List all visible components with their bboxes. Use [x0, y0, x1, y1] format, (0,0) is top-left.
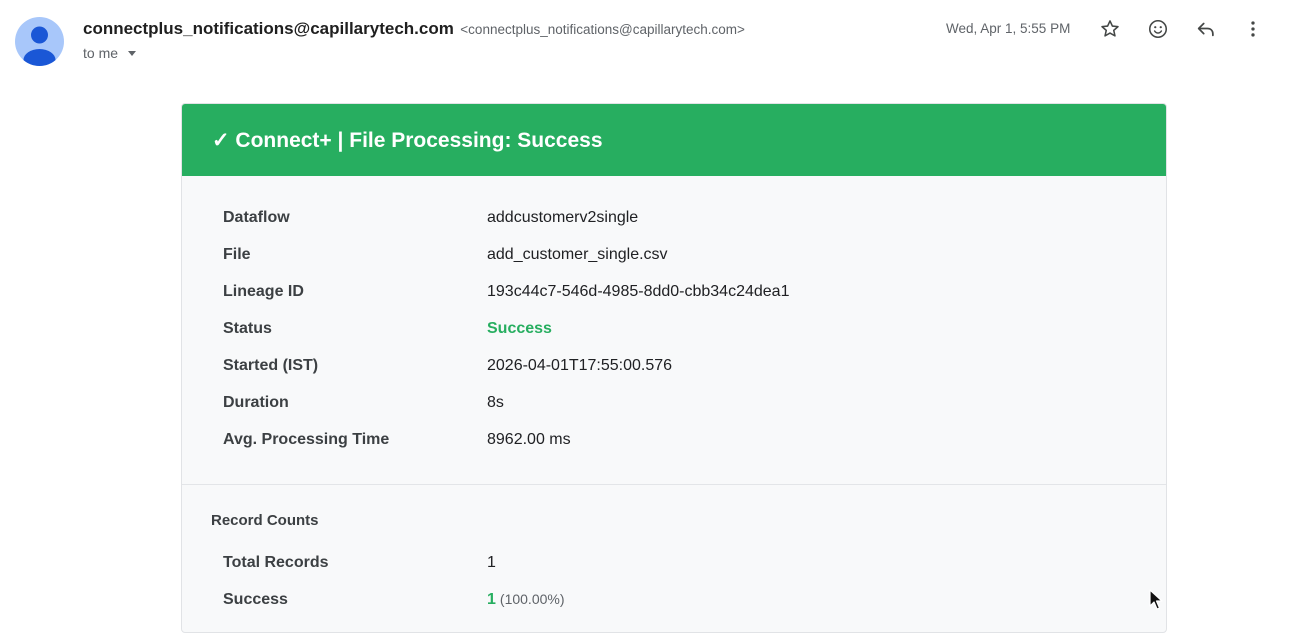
detail-value: addcustomerv2single — [487, 209, 639, 226]
detail-row-duration: Duration 8s — [223, 391, 504, 415]
email-header: connectplus_notifications@capillarytech.… — [0, 0, 1291, 80]
detail-row-started: Started (IST) 2026-04-01T17:55:00.576 — [223, 354, 672, 378]
record-value: 1 (100.00%) — [487, 591, 565, 609]
detail-label: File — [223, 246, 251, 263]
detail-row-avg-processing-time: Avg. Processing Time 8962.00 ms — [223, 428, 571, 452]
recipient-label: to me — [83, 45, 119, 61]
status-value: Success — [487, 320, 552, 337]
record-label: Total Records — [223, 554, 329, 571]
detail-value: 193c44c7-546d-4985-8dd0-cbb34c24dea1 — [487, 283, 790, 300]
detail-value: add_customer_single.csv — [487, 246, 668, 263]
detail-row-file: File add_customer_single.csv — [223, 243, 668, 267]
detail-value: 8s — [487, 394, 504, 411]
detail-value: 8962.00 ms — [487, 431, 571, 448]
detail-label: Avg. Processing Time — [223, 431, 390, 448]
mouse-cursor-icon — [1149, 589, 1163, 610]
detail-label: Dataflow — [223, 209, 290, 226]
details-table: Dataflow addcustomerv2single File add_cu… — [182, 176, 1166, 485]
record-row-total: Total Records 1 — [223, 551, 496, 575]
person-icon — [23, 26, 56, 66]
success-percentage: (100.00%) — [499, 591, 565, 607]
detail-row-status: Status Success — [223, 317, 552, 341]
section-divider — [182, 484, 1166, 485]
reply-icon[interactable] — [1192, 15, 1220, 43]
card-banner: ✓ Connect+ | File Processing: Success — [182, 104, 1166, 176]
record-row-success: Success 1 (100.00%) — [223, 588, 565, 612]
recipient-details-toggle[interactable]: to me — [83, 45, 137, 61]
detail-label: Started (IST) — [223, 357, 319, 374]
emoji-icon[interactable] — [1144, 15, 1172, 43]
more-vert-icon[interactable] — [1239, 15, 1267, 43]
star-icon[interactable] — [1096, 15, 1124, 43]
timestamp: Wed, Apr 1, 5:55 PM — [946, 21, 1071, 36]
caret-down-icon — [128, 51, 137, 56]
detail-label: Lineage ID — [223, 283, 304, 300]
sender-line: connectplus_notifications@capillarytech.… — [83, 19, 745, 39]
detail-value: 2026-04-01T17:55:00.576 — [487, 357, 673, 374]
success-count: 1 — [487, 591, 496, 608]
detail-label: Status — [223, 320, 272, 337]
record-counts-title: Record Counts — [211, 512, 319, 529]
sender-email: <connectplus_notifications@capillarytech… — [460, 22, 745, 37]
banner-title: ✓ Connect+ | File Processing: Success — [212, 128, 603, 152]
detail-row-lineage-id: Lineage ID 193c44c7-546d-4985-8dd0-cbb34… — [223, 280, 789, 304]
sender-name[interactable]: connectplus_notifications@capillarytech.… — [83, 19, 454, 38]
detail-row-dataflow: Dataflow addcustomerv2single — [223, 206, 638, 230]
record-label: Success — [223, 591, 288, 608]
record-value: 1 — [487, 554, 496, 571]
detail-label: Duration — [223, 394, 289, 411]
avatar[interactable] — [15, 17, 64, 66]
notification-card: ✓ Connect+ | File Processing: Success Da… — [181, 103, 1167, 633]
